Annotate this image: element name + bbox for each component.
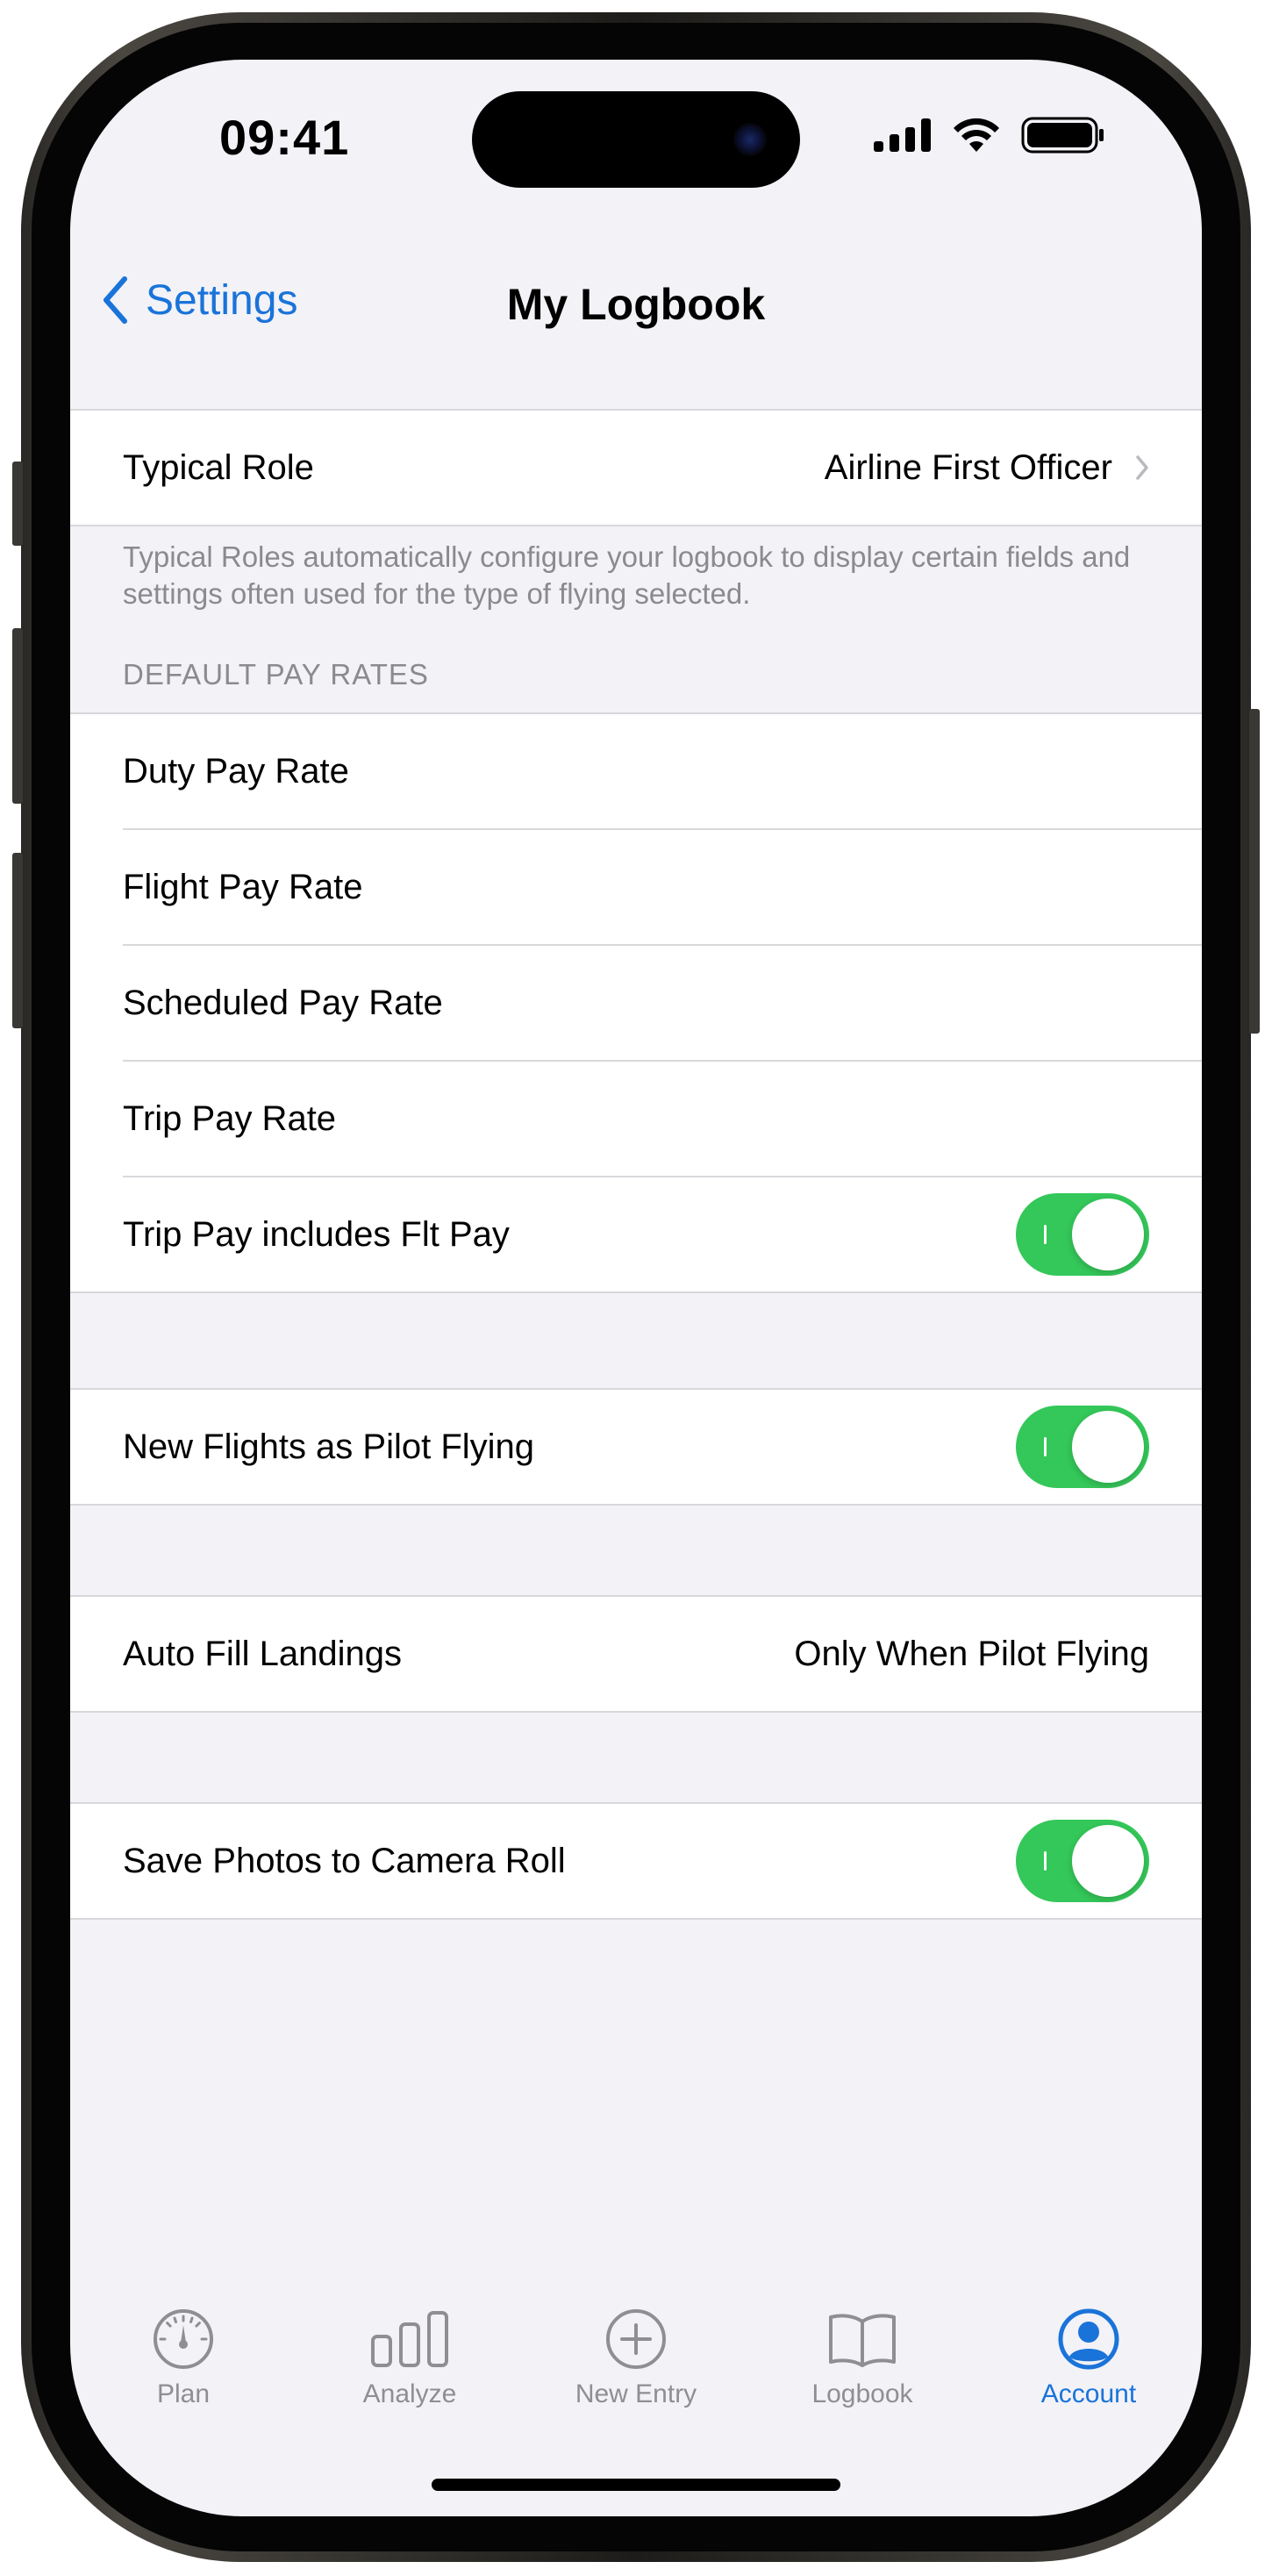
scheduled-pay-rate-row[interactable]: Scheduled Pay Rate <box>123 944 1202 1060</box>
toggle-on-indicator <box>1044 1437 1047 1456</box>
home-indicator[interactable] <box>432 2479 840 2491</box>
tab-new-entry-label: New Entry <box>575 2379 697 2408</box>
status-icons <box>874 116 1105 154</box>
pilot-flying-group: New Flights as Pilot Flying <box>70 1388 1202 1506</box>
page-title: My Logbook <box>506 280 766 329</box>
battery-icon <box>1021 117 1104 154</box>
toggle-on-indicator <box>1044 1851 1047 1871</box>
typical-role-row[interactable]: Typical Role Airline First Officer <box>123 411 1202 525</box>
new-flights-pilot-flying-label: New Flights as Pilot Flying <box>123 1427 535 1466</box>
bar-chart-icon <box>371 2311 448 2367</box>
flight-pay-rate-row[interactable]: Flight Pay Rate <box>123 828 1202 944</box>
pay-rates-group: Duty Pay Rate Flight Pay Rate Scheduled … <box>70 712 1202 1293</box>
tab-bar: Plan Analyze New Entry Logbook Account <box>70 2306 1202 2420</box>
screen: 09:41 Settings My Logbook Typical Role A… <box>70 60 1202 2516</box>
camera-icon <box>733 123 767 156</box>
flight-pay-rate-label: Flight Pay Rate <box>123 867 363 906</box>
dynamic-island <box>472 91 800 188</box>
book-icon <box>829 2314 896 2367</box>
tab-logbook[interactable]: Logbook <box>749 2306 975 2420</box>
toggle-knob <box>1072 1411 1144 1483</box>
chevron-right-icon <box>1136 455 1148 480</box>
typical-role-footnote: Typical Roles automatically configure yo… <box>123 540 1131 610</box>
tab-plan[interactable]: Plan <box>70 2306 297 2420</box>
typical-role-value: Airline First Officer <box>824 447 1112 487</box>
toggle-on-indicator <box>1044 1225 1047 1244</box>
gauge-icon <box>154 2309 213 2369</box>
plus-circle-icon <box>606 2309 666 2369</box>
save-photos-group: Save Photos to Camera Roll <box>70 1802 1202 1920</box>
tab-analyze[interactable]: Analyze <box>297 2306 523 2420</box>
tab-logbook-label: Logbook <box>811 2379 913 2408</box>
trip-pay-includes-flt-pay-label: Trip Pay includes Flt Pay <box>123 1214 510 1254</box>
tab-analyze-label: Analyze <box>362 2379 457 2408</box>
trip-pay-includes-flt-pay-row: Trip Pay includes Flt Pay <box>123 1176 1202 1292</box>
power-button <box>1249 709 1260 1034</box>
trip-pay-includes-flt-pay-toggle[interactable] <box>1016 1193 1149 1276</box>
cellular-signal-icon <box>874 118 931 152</box>
status-time: 09:41 <box>219 110 350 165</box>
volume-down-button <box>12 853 23 1028</box>
new-flights-pilot-flying-row: New Flights as Pilot Flying <box>123 1390 1202 1504</box>
auto-fill-landings-row[interactable]: Auto Fill Landings Only When Pilot Flyin… <box>123 1597 1202 1711</box>
scheduled-pay-rate-label: Scheduled Pay Rate <box>123 983 443 1022</box>
pay-rates-section-header: DEFAULT PAY RATES <box>123 658 429 691</box>
auto-fill-group: Auto Fill Landings Only When Pilot Flyin… <box>70 1595 1202 1713</box>
person-circle-icon <box>1058 2308 1119 2370</box>
trip-pay-rate-label: Trip Pay Rate <box>123 1098 337 1138</box>
save-photos-label: Save Photos to Camera Roll <box>123 1841 566 1880</box>
auto-fill-landings-label: Auto Fill Landings <box>123 1634 402 1673</box>
wifi-icon <box>954 118 999 152</box>
tab-account-label: Account <box>1040 2379 1137 2408</box>
duty-pay-rate-label: Duty Pay Rate <box>123 751 349 791</box>
duty-pay-rate-row[interactable]: Duty Pay Rate <box>123 714 1202 828</box>
tab-new-entry[interactable]: New Entry <box>523 2306 749 2420</box>
typical-role-label: Typical Role <box>123 447 314 487</box>
action-button <box>12 462 23 546</box>
auto-fill-landings-value: Only When Pilot Flying <box>794 1634 1149 1673</box>
toggle-knob <box>1072 1199 1144 1270</box>
tab-account[interactable]: Account <box>975 2306 1202 2420</box>
save-photos-row: Save Photos to Camera Roll <box>123 1804 1202 1918</box>
save-photos-toggle[interactable] <box>1016 1820 1149 1902</box>
volume-up-button <box>12 628 23 804</box>
tab-plan-label: Plan <box>156 2379 211 2408</box>
toggle-knob <box>1072 1825 1144 1897</box>
typical-role-group: Typical Role Airline First Officer <box>70 409 1202 526</box>
trip-pay-rate-row[interactable]: Trip Pay Rate <box>123 1060 1202 1176</box>
navigation-bar: Settings My Logbook <box>70 261 1202 349</box>
new-flights-pilot-flying-toggle[interactable] <box>1016 1406 1149 1488</box>
